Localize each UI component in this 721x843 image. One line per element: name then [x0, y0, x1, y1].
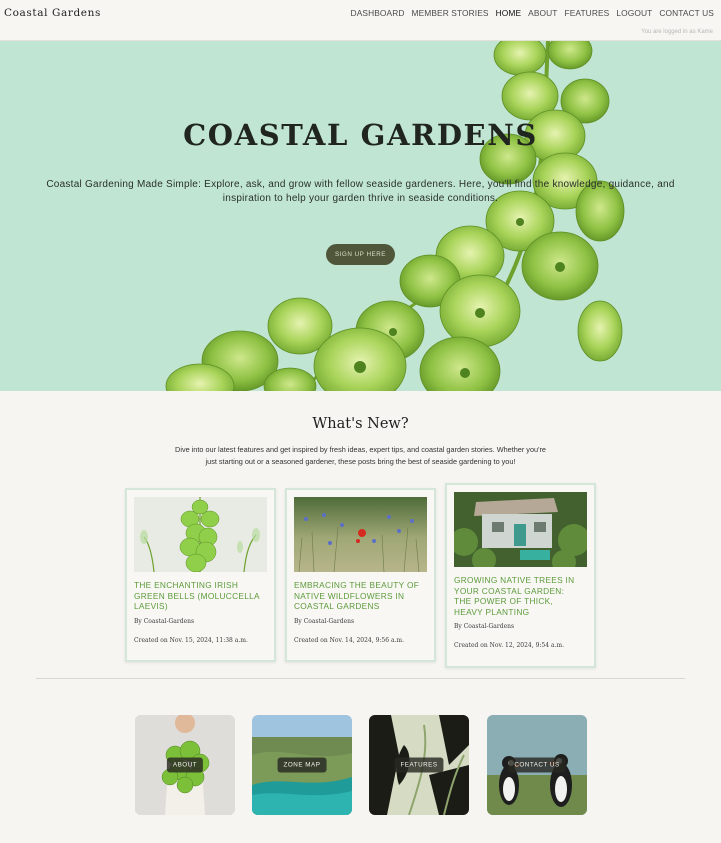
- green-bells-image: [134, 497, 267, 572]
- nav-link-member-stories[interactable]: MEMBER STORIES: [412, 8, 489, 18]
- post-card[interactable]: THE ENCHANTING IRISH GREEN BELLS (MOLUCC…: [125, 488, 276, 662]
- post-title[interactable]: EMBRACING THE BEAUTY OF NATIVE WILDFLOWE…: [294, 580, 424, 612]
- post-title[interactable]: GROWING NATIVE TREES IN YOUR COASTAL GAR…: [454, 575, 584, 617]
- post-author: By Coastal-Gardens: [454, 623, 515, 630]
- brand-logo[interactable]: Coastal Gardens: [4, 7, 101, 19]
- hero-description: Coastal Gardening Made Simple: Explore, …: [46, 179, 675, 204]
- tile-zone-map-label: ZONE MAP: [277, 757, 327, 773]
- tile-features[interactable]: FEATURES: [369, 715, 469, 815]
- nav-link-about[interactable]: ABOUT: [528, 8, 557, 18]
- tile-zone-map[interactable]: ZONE MAP: [252, 715, 352, 815]
- post-title[interactable]: THE ENCHANTING IRISH GREEN BELLS (MOLUCC…: [134, 580, 264, 612]
- nav-link-home[interactable]: HOME: [496, 8, 522, 18]
- hero-banner: COASTAL GARDENS Coastal Gardening Made S…: [0, 41, 721, 391]
- post-card[interactable]: GROWING NATIVE TREES IN YOUR COASTAL GAR…: [445, 483, 596, 668]
- logged-in-status: You are logged in as Kame: [641, 29, 713, 35]
- post-date: Created on Nov. 15, 2024, 11:38 a.m.: [134, 637, 248, 644]
- tile-features-label: FEATURES: [394, 757, 444, 773]
- wildflower-meadow-image: [294, 497, 427, 572]
- bells-of-ireland-image: [165, 41, 625, 391]
- whats-new-heading: What's New?: [312, 416, 409, 432]
- tile-contact-us[interactable]: CONTACT US: [487, 715, 587, 815]
- top-navigation: Coastal Gardens DASHBOARD MEMBER STORIES…: [0, 0, 721, 41]
- post-card[interactable]: EMBRACING THE BEAUTY OF NATIVE WILDFLOWE…: [285, 488, 436, 662]
- hero-title: COASTAL GARDENS: [183, 118, 538, 152]
- nav-link-logout[interactable]: LOGOUT: [616, 8, 652, 18]
- whats-new-intro: Dive into our latest features and get in…: [175, 445, 546, 466]
- tile-about-label: ABOUT: [166, 757, 204, 773]
- nav-link-dashboard[interactable]: DASHBOARD: [351, 8, 405, 18]
- post-date: Created on Nov. 12, 2024, 9:54 a.m.: [454, 642, 565, 649]
- nav-links: DASHBOARD MEMBER STORIES HOME ABOUT FEAT…: [351, 8, 714, 18]
- nav-link-features[interactable]: FEATURES: [565, 8, 610, 18]
- sign-up-button[interactable]: SIGN UP HERE: [326, 244, 395, 265]
- post-author: By Coastal-Gardens: [294, 618, 355, 625]
- section-divider: [36, 678, 685, 679]
- tile-contact-us-label: CONTACT US: [508, 757, 566, 773]
- nav-link-contact-us[interactable]: CONTACT US: [659, 8, 714, 18]
- tile-about[interactable]: ABOUT: [135, 715, 235, 815]
- post-date: Created on Nov. 14, 2024, 9:56 a.m.: [294, 637, 405, 644]
- cottage-garden-image: [454, 492, 587, 567]
- post-author: By Coastal-Gardens: [134, 618, 195, 625]
